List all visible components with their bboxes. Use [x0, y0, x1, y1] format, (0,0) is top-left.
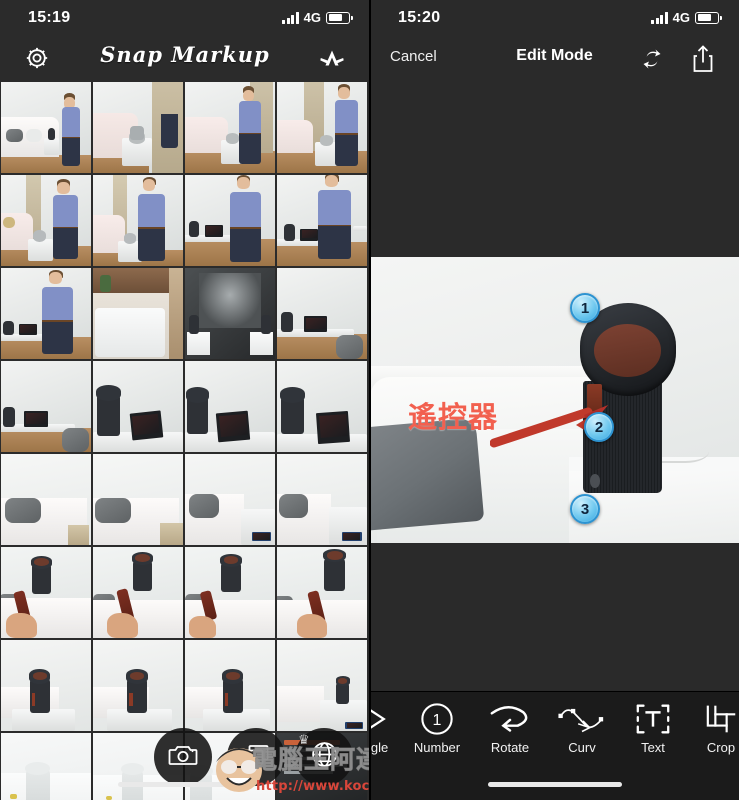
crop-icon [688, 700, 739, 738]
annotation-badge-2[interactable]: 2 [584, 412, 614, 442]
thumbnail-29[interactable] [1, 733, 91, 800]
photo-library-button[interactable] [227, 728, 285, 786]
thumbnail-18[interactable] [93, 454, 183, 545]
signal-bars-icon [282, 11, 299, 24]
tool-angle-label: ngle [370, 740, 389, 755]
photo-library-icon [242, 743, 270, 772]
thumbnail-9[interactable] [1, 268, 91, 359]
editor-navbar: Cancel Edit Mode [370, 36, 739, 83]
status-bar-left: 15:19 4G [0, 0, 370, 36]
thumbnail-16[interactable] [277, 361, 367, 452]
network-label: 4G [303, 10, 321, 25]
annotation-badge-1[interactable]: 1 [570, 293, 600, 323]
camera-button[interactable] [154, 728, 212, 786]
tool-rotate[interactable]: Rotate [474, 700, 546, 755]
thumbnail-11[interactable] [185, 268, 275, 359]
thumbnail-17[interactable] [1, 454, 91, 545]
app-store-a-icon[interactable] [318, 47, 346, 69]
annotation-badge-3[interactable]: 3 [570, 494, 600, 524]
thumbnail-2[interactable] [93, 82, 183, 173]
thumbnail-5[interactable] [1, 175, 91, 266]
tool-number[interactable]: 1 Number [400, 700, 474, 755]
chevron-angle-icon [370, 700, 400, 738]
thumbnail-26[interactable] [93, 640, 183, 731]
thumbnail-13[interactable] [1, 361, 91, 452]
svg-text:1: 1 [433, 711, 442, 729]
thumbnail-23[interactable] [185, 547, 275, 638]
battery-icon [326, 11, 353, 24]
number-circle-icon: 1 [400, 700, 474, 738]
tool-curv[interactable]: Curv [546, 700, 618, 755]
status-clock: 15:19 [28, 9, 71, 26]
thumbnail-15[interactable] [185, 361, 275, 452]
purifier-inner [593, 324, 661, 377]
thumbnail-4[interactable] [277, 82, 367, 173]
panel-divider [369, 0, 371, 800]
home-indicator-right[interactable] [487, 782, 622, 787]
editor-screen: 15:20 4G Cancel Edit Mode 遙控器 1 2 3 gle … [370, 0, 739, 800]
status-clock: 15:20 [398, 9, 441, 26]
annotation-text[interactable]: 遙控器 [408, 394, 498, 436]
thumbnail-6[interactable] [93, 175, 183, 266]
swap-arrows-icon[interactable] [639, 46, 665, 72]
curve-icon [546, 700, 618, 738]
dual-screenshot: 15:19 4G Snap Markup ♛ 電腦王阿達 http://www.… [0, 0, 739, 800]
globe-icon [311, 741, 338, 773]
signal-bars-icon [651, 11, 668, 24]
rotate-arrow-icon [474, 700, 546, 738]
status-indicators: 4G [651, 10, 722, 25]
thumbnail-22[interactable] [93, 547, 183, 638]
share-icon[interactable] [691, 45, 715, 73]
network-label: 4G [672, 10, 690, 25]
tool-curv-label: Curv [568, 740, 596, 755]
thumbnail-19[interactable] [185, 454, 275, 545]
editor-canvas[interactable]: 遙控器 1 2 3 [370, 83, 739, 691]
editor-title: Edit Mode [516, 47, 593, 64]
tool-crop-label: Crop [706, 740, 736, 755]
thumbnail-1[interactable] [1, 82, 91, 173]
thumbnail-7[interactable] [185, 175, 275, 266]
thumbnail-12[interactable] [277, 268, 367, 359]
home-indicator-left[interactable] [118, 782, 252, 787]
thumbnail-21[interactable] [1, 547, 91, 638]
thumbnail-8[interactable] [277, 175, 367, 266]
thumbnail-24[interactable] [277, 547, 367, 638]
thumbnail-28[interactable] [277, 640, 367, 731]
camera-icon [168, 743, 198, 772]
thumbnail-20[interactable] [277, 454, 367, 545]
thumbnail-25[interactable] [1, 640, 91, 731]
tool-number-label: Number [413, 740, 461, 755]
status-bar-right: 15:20 4G [370, 0, 739, 36]
gallery-screen: 15:19 4G Snap Markup ♛ 電腦王阿達 http://www.… [0, 0, 370, 800]
text-box-icon [618, 700, 688, 738]
thumbnail-27[interactable] [185, 640, 275, 731]
web-button[interactable] [295, 728, 353, 786]
status-indicators: 4G [282, 10, 353, 25]
thumbnail-10[interactable] [93, 268, 183, 359]
tool-text[interactable]: Text [618, 700, 688, 755]
edited-photo[interactable]: 遙控器 1 2 3 [370, 257, 739, 543]
tool-angle[interactable]: ngle [370, 700, 400, 755]
photo-grid[interactable] [0, 82, 370, 800]
purifier-knob [589, 473, 601, 488]
tool-text-label: Text [641, 740, 665, 755]
tool-rotate-label: Rotate [490, 740, 530, 755]
editor-toolbar: ngle 1 Number [370, 691, 739, 800]
battery-icon [695, 11, 722, 24]
tool-list: ngle 1 Number [370, 700, 739, 762]
thumbnail-14[interactable] [93, 361, 183, 452]
tool-crop[interactable]: Crop [688, 700, 739, 755]
gallery-navbar: Snap Markup [0, 36, 370, 82]
thumbnail-3[interactable] [185, 82, 275, 173]
page-title: Snap Markup [100, 42, 270, 67]
